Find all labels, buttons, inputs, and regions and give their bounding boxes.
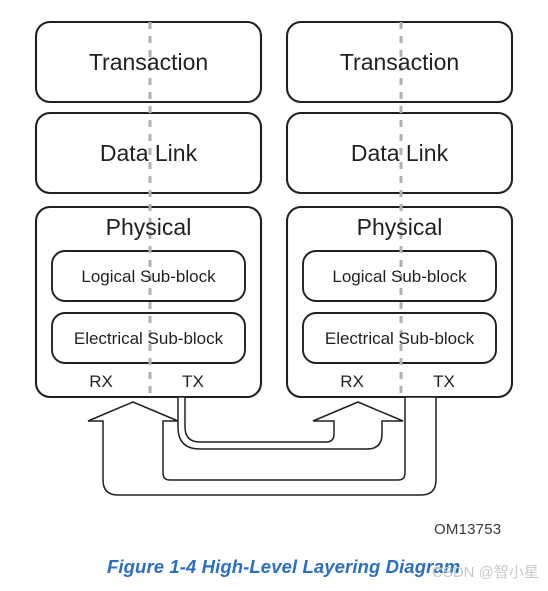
right-device [285,20,514,399]
csdn-watermark: CSDN @智小星 [432,564,539,581]
link-left-tx-to-right-rx[interactable] [177,396,404,450]
layering-diagram-canvas [34,20,514,496]
figure-code: OM13753 [434,521,502,538]
left-device [34,20,263,399]
figure-caption: Figure 1-4 High-Level Layering Diagram [107,556,461,577]
right-transaction-box[interactable] [285,20,514,104]
figure-high-level-layering-diagram: Transaction Data Link Physical Logical S… [0,0,548,591]
left-transaction-box[interactable] [34,20,263,104]
